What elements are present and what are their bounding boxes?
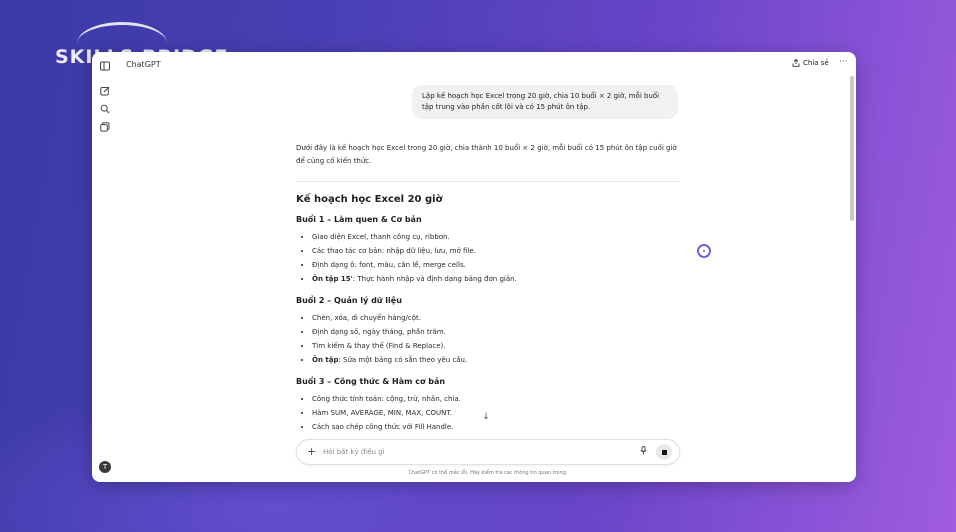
session-2-list: Chèn, xóa, di chuyển hàng/cột. Định dạng… [296, 311, 680, 367]
more-options-icon[interactable]: ··· [839, 57, 848, 67]
user-avatar[interactable]: T [99, 461, 111, 473]
background: SKILLS BRIDGE T ChatGPT Chia sẻ ··· [0, 0, 956, 532]
list-item-review: Ôn tập 15': Thực hành nhập và định dạng … [312, 272, 680, 286]
list-item: Cách sao chép công thức với Fill Handle. [312, 420, 680, 434]
list-item: Chèn, xóa, di chuyển hàng/cột. [312, 311, 680, 325]
session-2-title: Buổi 2 – Quản lý dữ liệu [296, 296, 402, 305]
prompt-input[interactable] [323, 446, 613, 458]
search-icon[interactable] [99, 103, 111, 115]
mouse-cursor-indicator [697, 244, 711, 258]
response-intro: Dưới đây là kế hoạch học Excel trong 20 … [296, 144, 677, 165]
review-label: Ôn tập 15' [312, 275, 353, 283]
assistant-response: Dưới đây là kế hoạch học Excel trong 20 … [296, 142, 680, 444]
list-item: Các thao tác cơ bản: nhập dữ liệu, lưu, … [312, 244, 680, 258]
share-icon [792, 59, 800, 67]
plan-title: Kế hoạch học Excel 20 giờ [296, 194, 443, 205]
review-text: : Sửa một bảng có sẵn theo yêu cầu. [338, 356, 468, 364]
stop-button[interactable] [656, 444, 672, 460]
share-button[interactable]: Chia sẻ [792, 59, 829, 67]
user-message-bubble: Lập kế hoạch học Excel trong 20 giờ, chi… [412, 85, 678, 119]
session-1-title: Buổi 1 – Làm quen & Cơ bản [296, 215, 422, 224]
share-label: Chia sẻ [803, 59, 829, 67]
list-item-review: Ôn tập: Sửa một bảng có sẵn theo yêu cầu… [312, 353, 680, 367]
list-item: Định dạng số, ngày tháng, phần trăm. [312, 325, 680, 339]
divider [296, 181, 680, 182]
review-text: : Thực hành nhập và định dạng bảng đơn g… [352, 275, 517, 283]
sidebar-toggle-icon[interactable] [99, 60, 111, 72]
list-item: Công thức tính toán: cộng, trừ, nhân, ch… [312, 392, 680, 406]
sidebar-rail: T [92, 52, 118, 482]
scrollbar-thumb[interactable] [850, 76, 854, 221]
library-icon[interactable] [99, 121, 111, 133]
list-item: Giao diện Excel, thanh công cụ, ribbon. [312, 230, 680, 244]
plus-icon[interactable]: + [307, 445, 316, 458]
session-1-list: Giao diện Excel, thanh công cụ, ribbon. … [296, 230, 680, 286]
chat-window: T ChatGPT Chia sẻ ··· Lập kế hoạch học E… [92, 52, 856, 482]
message-composer: + [296, 439, 680, 465]
session-3-title: Buổi 3 – Công thức & Hàm cơ bản [296, 377, 446, 386]
list-item: Hàm SUM, AVERAGE, MIN, MAX, COUNT. [312, 406, 680, 420]
stop-icon [661, 449, 667, 455]
disclaimer-text: ChatGPT có thể mắc lỗi. Hãy kiểm tra các… [408, 470, 568, 476]
new-chat-icon[interactable] [99, 85, 111, 97]
list-item: Định dạng ô: font, màu, căn lề, merge ce… [312, 258, 680, 272]
scroll-down-arrow-icon[interactable]: ↓ [479, 410, 493, 424]
microphone-icon[interactable] [640, 446, 647, 457]
list-item: Tìm kiếm & thay thế (Find & Replace). [312, 339, 680, 353]
app-title[interactable]: ChatGPT [126, 60, 161, 69]
review-label: Ôn tập [312, 356, 339, 364]
